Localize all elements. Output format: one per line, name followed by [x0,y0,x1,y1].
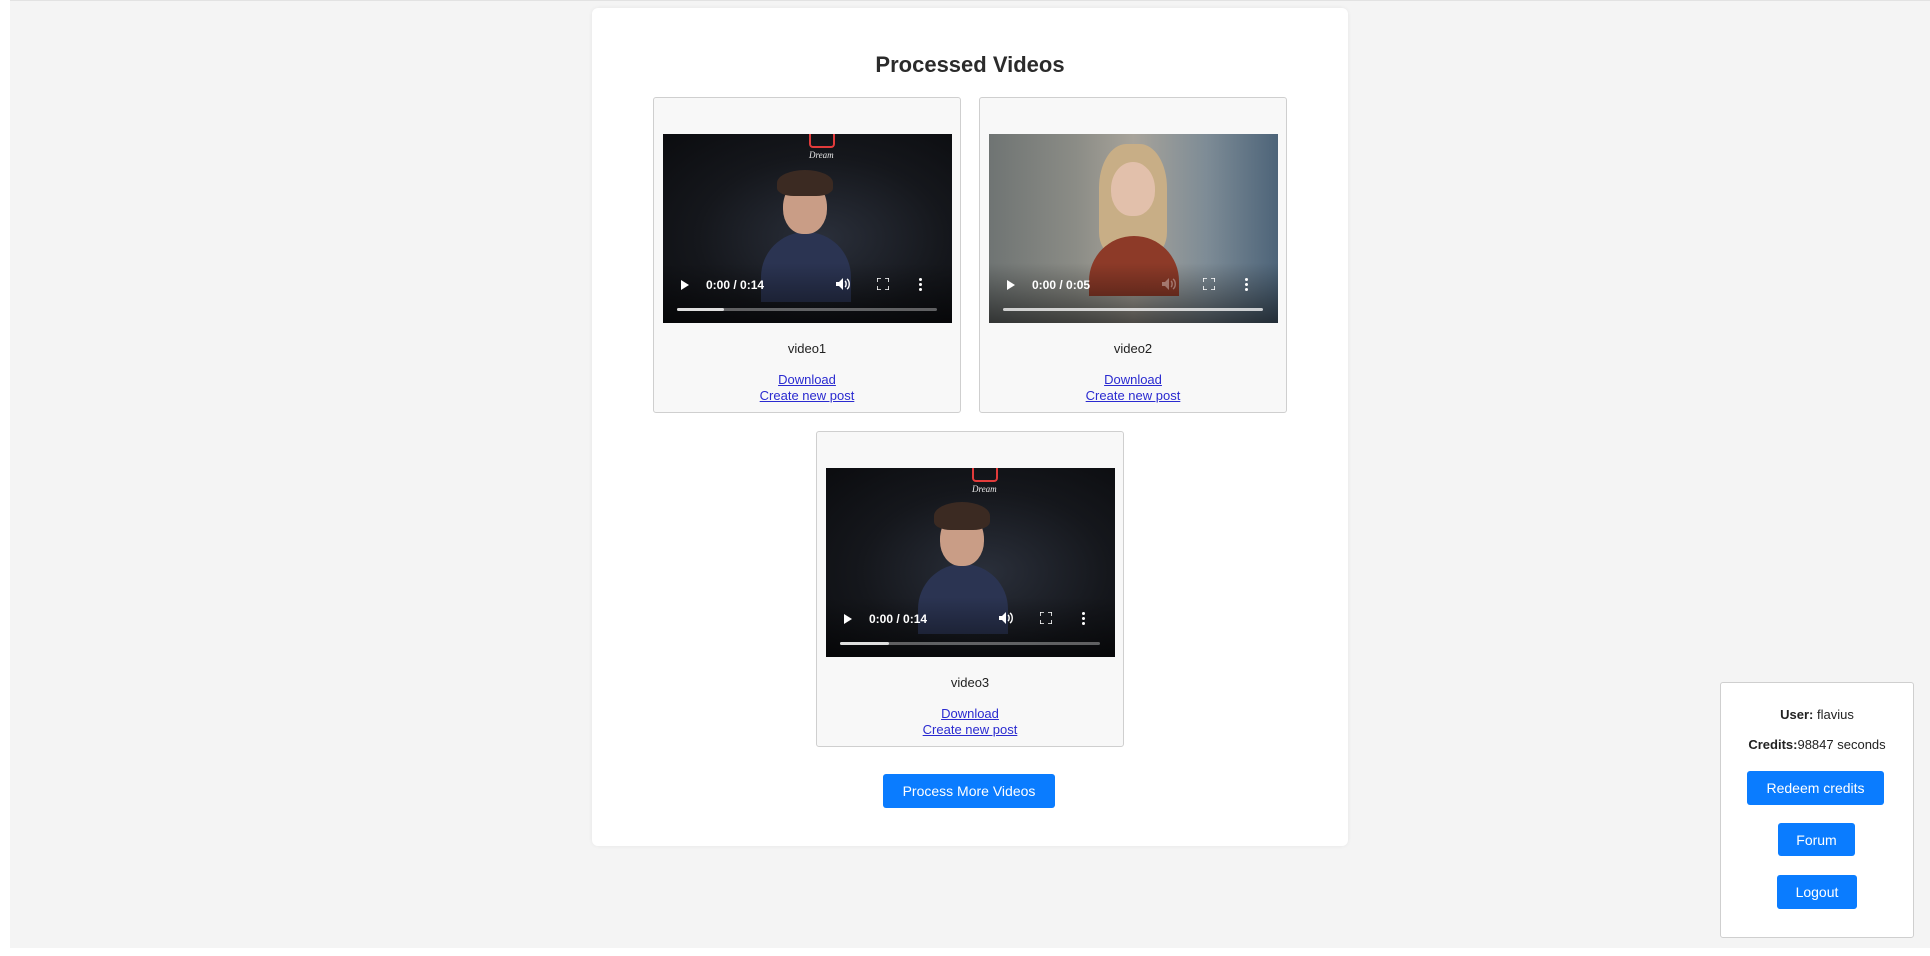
video-card-3: Dream 0:00 / 0:14 video3 Download Create… [816,431,1124,747]
volume-icon[interactable] [1161,277,1177,291]
user-name: flavius [1817,707,1854,722]
play-icon[interactable] [1007,280,1015,290]
process-more-videos-button[interactable]: Process More Videos [883,774,1055,808]
video-progress-fill [677,308,724,311]
more-options-icon[interactable] [1243,277,1249,293]
video-progress-bar[interactable] [1003,308,1263,311]
video-progress-fill [840,642,890,645]
video-card-2: 0:00 / 0:05 video2 Download Create new p… [979,97,1287,413]
video-controls: 0:00 / 0:05 [989,263,1278,323]
video-progress-bar[interactable] [840,642,1100,645]
fullscreen-icon[interactable] [877,278,889,290]
volume-icon[interactable] [998,611,1014,625]
video-player-3[interactable]: Dream 0:00 / 0:14 [826,468,1115,657]
video-links: Download Create new post [980,372,1286,404]
video-links: Download Create new post [817,706,1123,738]
video-player-2[interactable]: 0:00 / 0:05 [989,134,1278,323]
download-link[interactable]: Download [778,372,836,388]
logout-button[interactable]: Logout [1777,875,1857,909]
video-name: video2 [1113,341,1153,356]
forum-button[interactable]: Forum [1778,823,1855,856]
video-controls: 0:00 / 0:14 [663,263,952,323]
neon-sign [972,468,998,482]
neon-sign-text: Dream [972,484,997,494]
user-panel: User: flavius Credits:98847 seconds Rede… [1720,682,1914,938]
credits-info: Credits:98847 seconds [1721,737,1913,752]
video-links: Download Create new post [654,372,960,404]
user-info: User: flavius [1721,707,1913,722]
create-post-link[interactable]: Create new post [1086,388,1181,404]
play-icon[interactable] [844,614,852,624]
download-link[interactable]: Download [941,706,999,722]
video-progress-bar[interactable] [677,308,937,311]
processed-videos-panel: Processed Videos Dream 0:00 / 0:14 video… [592,8,1348,846]
neon-sign-text: Dream [809,150,834,160]
credits-value: 98847 seconds [1797,737,1886,752]
redeem-credits-button[interactable]: Redeem credits [1747,771,1884,805]
person-figure [1089,140,1179,296]
download-link[interactable]: Download [1104,372,1162,388]
video-controls: 0:00 / 0:14 [826,597,1115,657]
video-name: video1 [787,341,827,356]
credits-label: Credits: [1748,737,1798,752]
page-title: Processed Videos [875,52,1065,77]
create-post-link[interactable]: Create new post [760,388,855,404]
more-options-icon[interactable] [1080,611,1086,627]
video-name: video3 [950,675,990,690]
fullscreen-icon[interactable] [1203,278,1215,290]
more-options-icon[interactable] [917,277,923,293]
video-time: 0:00 / 0:05 [1032,278,1091,292]
create-post-link[interactable]: Create new post [923,722,1018,738]
user-label: User: [1780,707,1814,722]
volume-icon[interactable] [835,277,851,291]
neon-sign [809,134,835,148]
video-time: 0:00 / 0:14 [706,278,765,292]
play-icon[interactable] [681,280,689,290]
video-player-1[interactable]: Dream 0:00 / 0:14 [663,134,952,323]
video-time: 0:00 / 0:14 [869,612,928,626]
fullscreen-icon[interactable] [1040,612,1052,624]
video-card-1: Dream 0:00 / 0:14 video1 Download Create… [653,97,961,413]
